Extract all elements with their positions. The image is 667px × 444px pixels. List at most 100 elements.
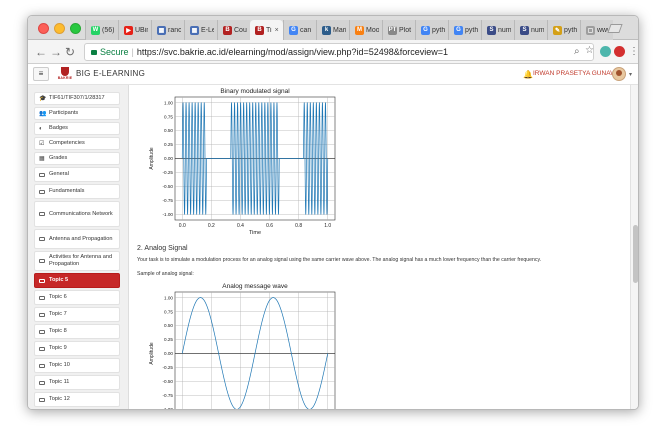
sidebar-item-label: Topic 12 [49, 396, 70, 402]
browser-tab[interactable]: Snum [481, 20, 514, 40]
x-tick-label: 0.6 [266, 223, 273, 229]
python-icon: ✎ [553, 25, 562, 35]
sidebar-item-tif61-tif307-1-28317[interactable]: 🎓 TIF61/TIF307/1/28317 [34, 92, 120, 105]
folder-icon [39, 397, 45, 402]
sidebar-item-grades[interactable]: ▦ Grades [34, 152, 120, 165]
google-icon: G [454, 25, 463, 35]
maximize-window-button[interactable] [70, 23, 81, 34]
forward-icon[interactable]: → [50, 45, 62, 59]
folder-icon [39, 329, 45, 334]
y-tick-label: -0.25 [163, 365, 174, 370]
folder-icon [39, 380, 45, 385]
site-name[interactable]: BIG E-LEARNING [76, 69, 145, 78]
browser-tab[interactable]: B Ti × [250, 20, 283, 40]
y-tick-label: 0.00 [164, 156, 173, 161]
x-tick-label: 0.4 [237, 223, 244, 229]
tab-label: Mari [333, 26, 346, 34]
close-tab-icon[interactable]: × [275, 27, 279, 34]
sidebar-item-competencies[interactable]: ☑ Competencies [34, 137, 120, 150]
y-tick-label: 0.00 [164, 351, 173, 356]
folder-icon [39, 363, 45, 368]
user-menu-caret-icon[interactable]: ▾ [629, 71, 632, 78]
reload-icon[interactable]: ↻ [65, 45, 75, 59]
sidebar-item-antenna-and-propagation[interactable]: Antenna and Propagation [34, 229, 120, 249]
menu-kebab-icon[interactable]: ⋮ [629, 46, 638, 57]
url-text: https://svc.bakrie.ac.id/elearning/mod/a… [136, 47, 449, 57]
sidebar-item-topic-10[interactable]: Topic 10 [34, 358, 120, 373]
sidebar-item-topic-5[interactable]: Topic 5 [34, 273, 120, 288]
chart-title: Analog message wave [222, 283, 288, 290]
users-icon: 👥 [39, 110, 47, 117]
avatar[interactable] [612, 67, 626, 81]
tab-label: E-Le [201, 26, 214, 34]
sidebar-item-badges[interactable]: ◐ Badges [34, 122, 120, 135]
sidebar-item-participants[interactable]: 👥 Participants [34, 107, 120, 120]
browser-tab[interactable]: ▶UBin [118, 20, 151, 40]
sidebar-item-topic-8[interactable]: Topic 8 [34, 324, 120, 339]
sidebar-item-topic-7[interactable]: Topic 7 [34, 307, 120, 322]
section-heading: 2. Analog Signal [137, 245, 188, 252]
y-axis-label: Amplitude [149, 342, 155, 364]
tab-label: ranc [168, 26, 181, 34]
back-icon[interactable]: ← [35, 45, 47, 59]
site-header: ≡ BAKRIE BIG E-LEARNING 🔔 IRWAN PRASETYA… [28, 64, 638, 85]
bookmark-star-icon[interactable]: ☆ [585, 45, 594, 56]
moodle-icon: M [355, 25, 364, 35]
browser-window: W(56)▶UBin▦ranc▦E-LeBCouBTi×GcankMariMMo… [27, 15, 639, 410]
sidebar-item-label: Grades [49, 155, 68, 161]
scrollbar-thumb[interactable] [633, 225, 638, 283]
task-paragraph: Your task is to simulate a modulation pr… [137, 257, 542, 263]
scrollbar[interactable] [630, 85, 638, 409]
browser-tab[interactable]: Snum [514, 20, 547, 40]
address-bar[interactable]: Secure | https://svc.bakrie.ac.id/elearnin… [84, 43, 594, 61]
bakrie-logo[interactable]: BAKRIE [57, 67, 73, 81]
chart-title: Binary modulated signal [220, 88, 290, 95]
browser-tab[interactable]: ✎ pyth [547, 20, 580, 40]
sidebar-item-topic-13[interactable]: Topic 13 [34, 409, 120, 410]
sidebar-item-label: Participants [49, 110, 79, 116]
browser-tab[interactable]: k Mari [316, 20, 349, 40]
tab-strip: W(56)▶UBin▦ranc▦E-LeBCouBTi×GcankMariMMo… [28, 16, 638, 40]
browser-tab[interactable]: ▦E-Le [184, 20, 217, 40]
y-tick-label: 0.50 [164, 323, 173, 328]
sidebar-item-topic-6[interactable]: Topic 6 [34, 290, 120, 305]
sidebar-item-topic-9[interactable]: Topic 9 [34, 341, 120, 356]
whatsapp-icon: W [91, 25, 100, 35]
x-axis-label: Time [249, 230, 261, 236]
sidebar-item-topic-11[interactable]: Topic 11 [34, 375, 120, 390]
sidebar-item-label: Topic 8 [49, 328, 67, 334]
sidebar-item-label: Communications Network [49, 210, 113, 217]
x-tick-label: 0.8 [295, 223, 302, 229]
browser-tab[interactable]: M Moo [349, 20, 382, 40]
notification-bell-icon[interactable]: 🔔 [523, 70, 533, 79]
browser-tab[interactable]: Gcan [283, 20, 316, 40]
y-tick-label: -1.00 [163, 407, 174, 410]
sidebar-item-communications-network[interactable]: Communications Network [34, 201, 120, 227]
close-window-button[interactable] [38, 23, 49, 34]
minimize-window-button[interactable] [54, 23, 65, 34]
binary-modulated-chart: Binary modulated signal 0.0 0.2 0.4 0.6 0.8 1.… [149, 88, 336, 236]
folder-icon [39, 172, 45, 177]
google-icon: G [289, 25, 298, 35]
browser-tab[interactable]: PT Plot [382, 20, 415, 40]
sidebar-item-fundamentals[interactable]: Fundamentals [34, 184, 120, 199]
browser-tab[interactable]: B Cou [217, 20, 250, 40]
folder-icon [39, 295, 45, 300]
sidebar-item-topic-12[interactable]: Topic 12 [34, 392, 120, 407]
sidebar-item-label: Topic 9 [49, 345, 67, 351]
hamburger-menu-button[interactable]: ≡ [33, 67, 49, 81]
calendar-icon: ▦ [157, 25, 166, 35]
sidebar-item-general[interactable]: General [34, 167, 120, 182]
y-tick-label: 0.75 [164, 309, 173, 314]
browser-tab[interactable]: ▦ ranc [151, 20, 184, 40]
main-content: Binary modulated signal 0.0 0.2 0.4 0.6 0.8 1.… [129, 85, 630, 410]
extension-red-icon[interactable] [614, 46, 625, 57]
search-icon[interactable]: ⌕ [574, 46, 580, 57]
browser-tab[interactable]: Gpyth [448, 20, 481, 40]
extension-icon[interactable] [600, 46, 611, 57]
browser-tab[interactable]: W (56) [85, 20, 118, 40]
browser-tab[interactable]: Gpyth [415, 20, 448, 40]
sidebar-item-activities-for-antenna-and-propagation[interactable]: Activities for Antenna and Propagation [34, 251, 120, 271]
new-tab-button[interactable] [607, 24, 623, 33]
calendar-icon: ▦ [190, 25, 199, 35]
